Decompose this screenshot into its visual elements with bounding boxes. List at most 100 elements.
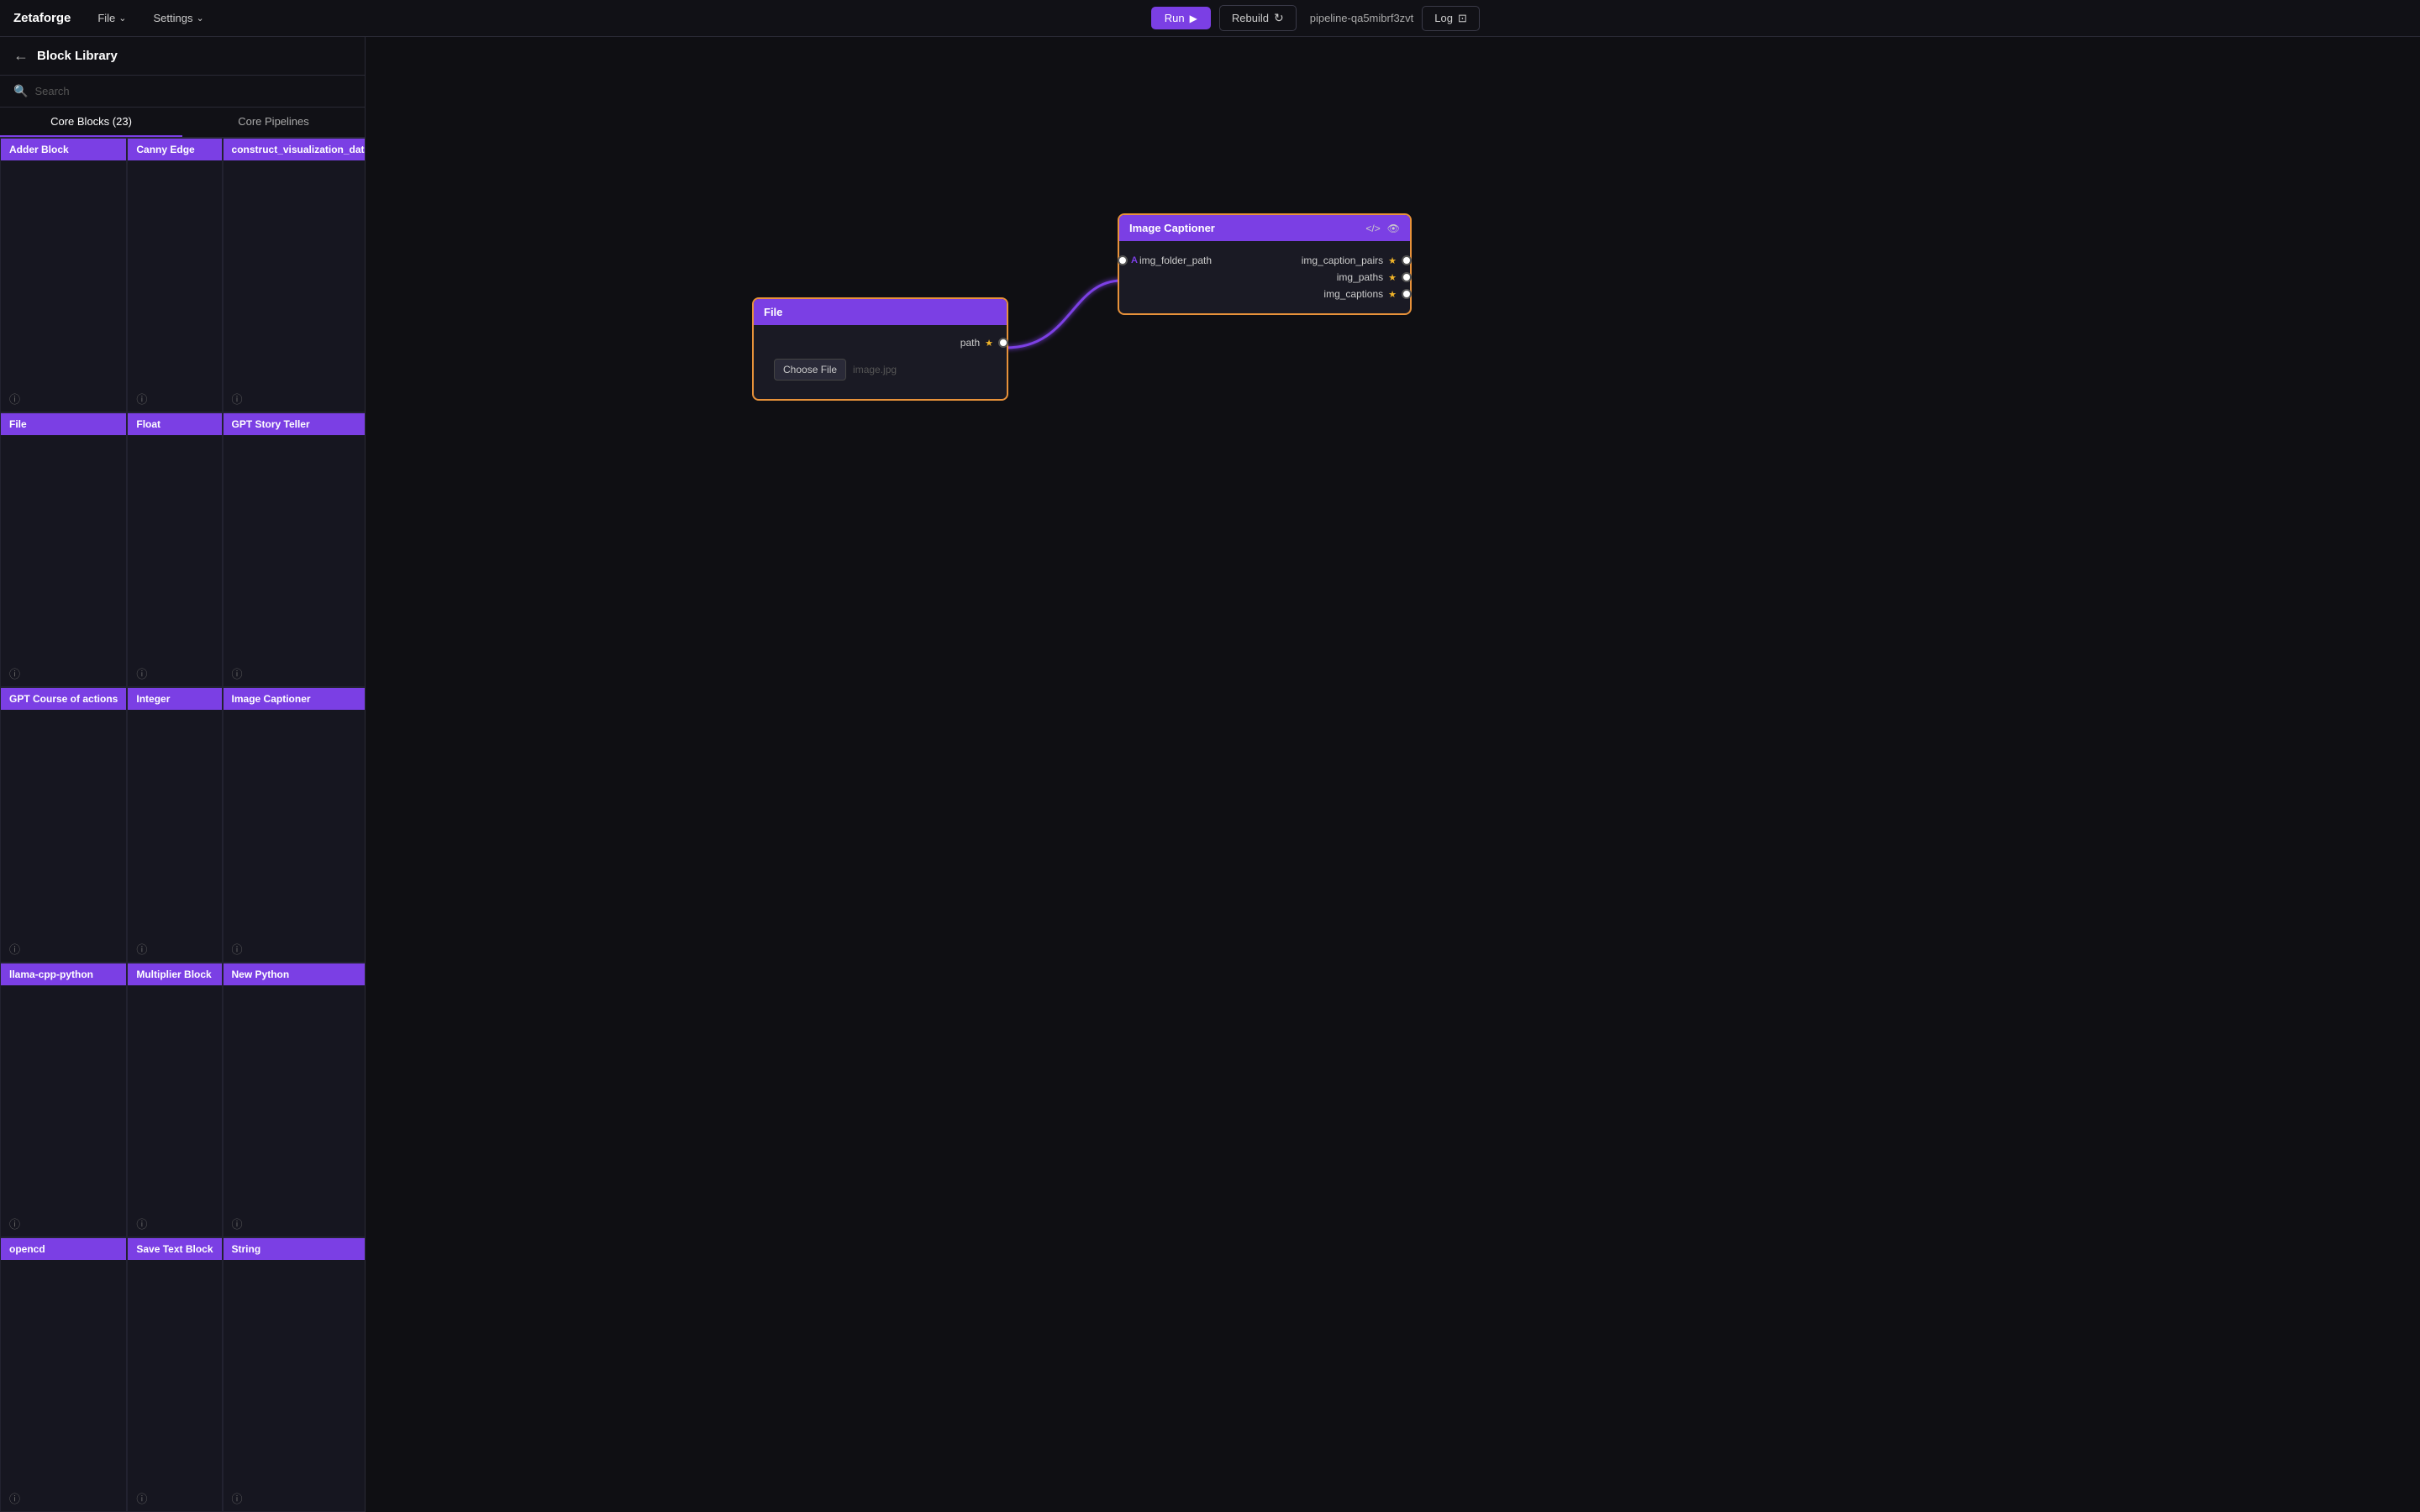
block-gpt-course[interactable]: GPT Course of actions ⓘ (0, 687, 127, 962)
block-save-text-body (128, 1260, 221, 1485)
block-file-footer: ⓘ (1, 660, 126, 686)
caption-out-paths-label: img_paths (1337, 271, 1383, 283)
search-input[interactable] (34, 85, 351, 97)
rebuild-icon: ↻ (1274, 11, 1284, 25)
caption-node-header: Image Captioner </> 👁 (1119, 215, 1410, 241)
settings-menu[interactable]: Settings ⌄ (147, 8, 211, 28)
block-multiplier-footer: ⓘ (128, 1210, 221, 1236)
block-canny-edge[interactable]: Canny Edge ⓘ (127, 138, 222, 412)
file-info-icon[interactable]: ⓘ (9, 665, 20, 681)
block-save-text-title: Save Text Block (128, 1238, 221, 1260)
block-multiplier[interactable]: Multiplier Block ⓘ (127, 963, 222, 1237)
rebuild-button[interactable]: Rebuild ↻ (1219, 5, 1297, 31)
llama-info-icon[interactable]: ⓘ (9, 1215, 20, 1231)
new-python-info-icon[interactable]: ⓘ (232, 1215, 243, 1231)
sidebar: ← Block Library 🔍 Core Blocks (23) Core … (0, 37, 366, 1512)
search-bar: 🔍 (0, 76, 365, 108)
block-save-text[interactable]: Save Text Block ⓘ (127, 1237, 222, 1512)
log-icon: ⊡ (1458, 12, 1467, 25)
topbar: Zetaforge File ⌄ Settings ⌄ Run ▶ Rebuil… (0, 0, 2420, 37)
block-gpt-story-body (224, 435, 365, 660)
brand-label: Zetaforge (13, 11, 71, 25)
block-image-captioner-body (224, 710, 365, 935)
block-file[interactable]: File ⓘ (0, 412, 127, 687)
file-node-path-dot[interactable] (998, 338, 1008, 348)
caption-out-captions-star: ★ (1388, 289, 1397, 300)
caption-out-pairs-dot[interactable] (1402, 255, 1412, 265)
block-llama[interactable]: llama-cpp-python ⓘ (0, 963, 127, 1237)
sidebar-header: ← Block Library (0, 37, 365, 76)
run-label: Run (1165, 12, 1185, 24)
pipeline-name: pipeline-qa5mibrf3zvt (1310, 12, 1414, 24)
block-adder-block-title: Adder Block (1, 139, 126, 160)
adder-block-info-icon[interactable]: ⓘ (9, 391, 20, 407)
block-integer-footer: ⓘ (128, 936, 221, 962)
tab-core-blocks[interactable]: Core Blocks (23) (0, 108, 182, 137)
block-new-python-body (224, 985, 365, 1210)
gpt-course-info-icon[interactable]: ⓘ (9, 941, 20, 957)
construct-viz-info-icon[interactable]: ⓘ (232, 391, 243, 407)
block-float-body (128, 435, 221, 660)
caption-node-code-btn[interactable]: </> (1365, 223, 1380, 234)
block-integer[interactable]: Integer ⓘ (127, 687, 222, 962)
image-captioner-info-icon[interactable]: ⓘ (232, 941, 243, 957)
block-string-footer: ⓘ (224, 1485, 365, 1511)
block-gpt-course-body (1, 710, 126, 935)
file-node-header: File (754, 299, 1007, 325)
block-llama-title: llama-cpp-python (1, 963, 126, 985)
block-construct-viz-body (224, 160, 365, 386)
block-multiplier-body (128, 985, 221, 1210)
block-float-footer: ⓘ (128, 660, 221, 686)
file-menu[interactable]: File ⌄ (91, 8, 133, 28)
file-node-title: File (764, 306, 782, 318)
block-image-captioner[interactable]: Image Captioner ⓘ (223, 687, 365, 962)
canny-edge-info-icon[interactable]: ⓘ (136, 391, 147, 407)
log-button[interactable]: Log ⊡ (1422, 6, 1480, 31)
sidebar-tabs: Core Blocks (23) Core Pipelines (0, 108, 365, 138)
block-opencd-footer: ⓘ (1, 1485, 126, 1511)
block-construct-viz-title: construct_visualization_data (224, 139, 365, 160)
image-captioner-node[interactable]: Image Captioner </> 👁 A img_folder_path … (1118, 213, 1412, 315)
block-multiplier-title: Multiplier Block (128, 963, 221, 985)
caption-node-eye-btn[interactable]: 👁 (1387, 223, 1400, 234)
canvas[interactable]: File path ★ Choose File image.jpg Ima (366, 37, 2420, 1512)
file-node[interactable]: File path ★ Choose File image.jpg (752, 297, 1008, 401)
string-info-icon[interactable]: ⓘ (232, 1490, 243, 1506)
block-adder-block-body (1, 160, 126, 386)
block-file-title: File (1, 413, 126, 435)
caption-in-folder-dot[interactable] (1118, 255, 1128, 265)
block-new-python[interactable]: New Python ⓘ (223, 963, 365, 1237)
block-construct-viz[interactable]: construct_visualization_data ⓘ (223, 138, 365, 412)
caption-out-paths-dot[interactable] (1402, 272, 1412, 282)
opencd-info-icon[interactable]: ⓘ (9, 1490, 20, 1506)
block-new-python-title: New Python (224, 963, 365, 985)
settings-menu-label: Settings (154, 12, 193, 24)
gpt-story-info-icon[interactable]: ⓘ (232, 665, 243, 681)
block-gpt-story[interactable]: GPT Story Teller ⓘ (223, 412, 365, 687)
block-opencd-body (1, 1260, 126, 1485)
integer-info-icon[interactable]: ⓘ (136, 941, 147, 957)
caption-node-actions: </> 👁 (1365, 223, 1400, 234)
caption-out-captions-dot[interactable] (1402, 289, 1412, 299)
block-new-python-footer: ⓘ (224, 1210, 365, 1236)
block-adder-block-footer: ⓘ (1, 386, 126, 412)
save-text-info-icon[interactable]: ⓘ (136, 1490, 147, 1506)
caption-out-paths-star: ★ (1388, 272, 1397, 283)
file-menu-label: File (97, 12, 115, 24)
run-button[interactable]: Run ▶ (1151, 7, 1211, 29)
block-string[interactable]: String ⓘ (223, 1237, 365, 1512)
tab-core-pipelines[interactable]: Core Pipelines (182, 108, 365, 137)
block-opencd[interactable]: opencd ⓘ (0, 1237, 127, 1512)
block-canny-edge-title: Canny Edge (128, 139, 221, 160)
block-float[interactable]: Float ⓘ (127, 412, 222, 687)
block-integer-body (128, 710, 221, 935)
back-button[interactable]: ← (13, 47, 29, 65)
block-save-text-footer: ⓘ (128, 1485, 221, 1511)
file-input-placeholder: image.jpg (853, 364, 897, 375)
choose-file-button[interactable]: Choose File (774, 359, 846, 381)
connection-path (1006, 281, 1122, 348)
block-adder-block[interactable]: Adder Block ⓘ (0, 138, 127, 412)
multiplier-info-icon[interactable]: ⓘ (136, 1215, 147, 1231)
float-info-icon[interactable]: ⓘ (136, 665, 147, 681)
main-layout: ← Block Library 🔍 Core Blocks (23) Core … (0, 37, 2420, 1512)
